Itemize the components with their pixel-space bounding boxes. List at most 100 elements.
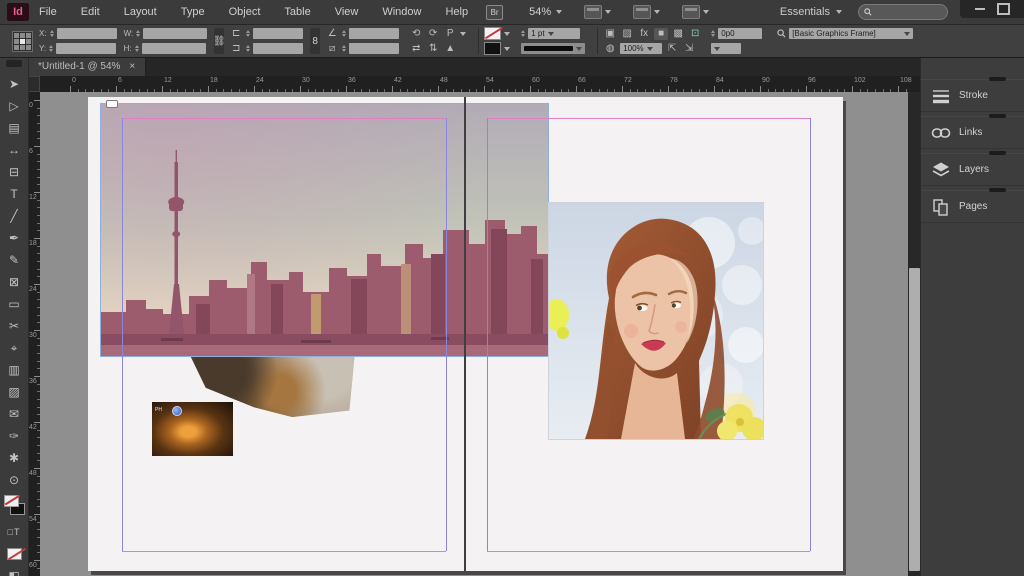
maximize-button[interactable] [997,3,1010,15]
panel-grip[interactable] [989,114,1006,118]
vertical-ruler[interactable]: 06121824303642485460 [28,92,40,576]
tool-scissors[interactable]: ✂ [0,315,28,337]
formatting-affects-buttons[interactable]: □T [0,521,28,543]
tool-free-transform[interactable]: ⌖ [0,337,28,359]
wrap-none-icon[interactable]: ■ [654,28,668,40]
drop-shadow-icon[interactable]: ▨ [620,28,634,40]
tool-gradient-swatch[interactable]: ▥ [0,359,28,381]
toronto-skyline-image[interactable] [100,103,549,357]
search-input[interactable] [876,6,936,18]
tool-selection[interactable]: ➤ [0,73,28,95]
flip-horizontal-icon[interactable]: ⇄ [409,43,423,55]
wrap-bounding-icon[interactable]: ▩ [671,28,685,40]
view-options-dropdown[interactable] [584,5,611,19]
menu-view[interactable]: View [335,6,359,18]
reference-point-proxy[interactable] [12,31,33,52]
minimize-button[interactable] [975,8,985,10]
scale-x-stepper[interactable] [246,30,250,37]
rotation-stepper[interactable] [342,30,346,37]
x-field[interactable] [57,28,117,39]
zoom-level-dropdown[interactable]: 54% [529,6,562,18]
panel-grip[interactable] [989,151,1006,155]
x-stepper[interactable] [50,30,54,37]
apply-none-button[interactable] [0,543,28,565]
menu-help[interactable]: Help [445,6,468,18]
fill-color-swatch[interactable] [484,42,501,55]
horizontal-ruler[interactable]: 06121824303642485460667278849096102108 [28,76,921,92]
tools-panel-grip[interactable] [6,60,22,67]
clear-transformations-button[interactable]: P [443,28,457,40]
auto-fit-dropdown[interactable] [711,43,741,54]
stroke-type-dropdown[interactable] [521,43,585,54]
panel-links[interactable]: Links [921,116,1024,149]
tool-gradient-feather[interactable]: ▨ [0,381,28,403]
panel-pages[interactable]: Pages [921,190,1024,223]
panel-grip[interactable] [989,188,1006,192]
fill-swatch-none[interactable] [4,495,19,507]
tool-hand[interactable]: ✱ [0,447,28,469]
menu-type[interactable]: Type [181,6,205,18]
rotate-cw-icon[interactable]: ⟳ [426,28,440,40]
arrange-documents-dropdown[interactable] [682,5,709,19]
corner-radius-stepper[interactable] [711,30,715,37]
ruler-origin-corner[interactable] [28,76,40,92]
stroke-weight-dropdown[interactable]: 1 pt [528,28,580,39]
constrain-scale-icon[interactable]: 8 [310,28,320,54]
cave-light-image[interactable]: PH [152,402,233,456]
y-stepper[interactable] [49,45,53,52]
effects-button[interactable]: fx [637,28,651,40]
tool-page[interactable]: ▤ [0,117,28,139]
menu-file[interactable]: File [39,6,57,18]
menu-edit[interactable]: Edit [81,6,100,18]
menu-layout[interactable]: Layout [124,6,157,18]
scrollbar-thumb[interactable] [909,268,920,571]
stroke-weight-stepper[interactable] [521,30,525,37]
stroke-color-swatch[interactable] [484,27,501,40]
constrain-dimensions-icon[interactable]: ⛓ [214,28,224,54]
menu-table[interactable]: Table [284,6,310,18]
shear-stepper[interactable] [342,45,346,52]
tool-pen[interactable]: ✒ [0,227,28,249]
selection-handle[interactable] [106,100,118,108]
workspace-switcher[interactable]: Essentials [780,6,842,18]
fit-frame-icon[interactable]: ⇲ [682,43,696,55]
panel-stroke[interactable]: Stroke [921,79,1024,112]
object-style-dropdown[interactable]: [Basic Graphics Frame] [789,28,913,39]
select-container-icon[interactable]: ▲ [443,43,457,55]
rotation-field[interactable] [349,28,399,39]
screen-mode-dropdown[interactable] [633,5,660,19]
tool-zoom[interactable]: ⊙ [0,469,28,491]
scale-y-stepper[interactable] [246,45,250,52]
document-tab[interactable]: *Untitled-1 @ 54% × [28,57,146,76]
scale-y-field[interactable] [253,43,303,54]
h-field[interactable] [142,43,206,54]
view-mode-button[interactable]: ◧ [0,565,28,576]
tool-rectangle-frame[interactable]: ⊠ [0,271,28,293]
tab-close-icon[interactable]: × [129,61,135,72]
tool-line[interactable]: ╱ [0,205,28,227]
opacity-dropdown[interactable]: 100% [620,43,662,54]
tool-type[interactable]: T [0,183,28,205]
corner-radius-field[interactable]: 0p0 [718,28,762,39]
corner-options-icon[interactable]: ▣ [603,28,617,40]
scale-x-field[interactable] [253,28,303,39]
y-field[interactable] [56,43,116,54]
w-stepper[interactable] [136,30,140,37]
panel-grip[interactable] [989,77,1006,81]
tool-rectangle[interactable]: ▭ [0,293,28,315]
search-box[interactable] [858,4,948,20]
fill-stroke-controls[interactable] [0,491,28,521]
tool-pencil[interactable]: ✎ [0,249,28,271]
menu-window[interactable]: Window [382,6,421,18]
shear-field[interactable] [349,43,399,54]
fit-content-icon[interactable]: ⇱ [665,43,679,55]
tool-eyedropper[interactable]: ✑ [0,425,28,447]
tool-gap[interactable]: ↔ [0,139,28,161]
tool-content-collector[interactable]: ⊟ [0,161,28,183]
frame-fitting-icon[interactable]: ⊡ [688,28,702,40]
w-field[interactable] [143,28,207,39]
rotate-ccw-icon[interactable]: ⟲ [409,28,423,40]
h-stepper[interactable] [135,45,139,52]
object-effects-icon[interactable]: ◍ [603,43,617,55]
menu-object[interactable]: Object [229,6,261,18]
